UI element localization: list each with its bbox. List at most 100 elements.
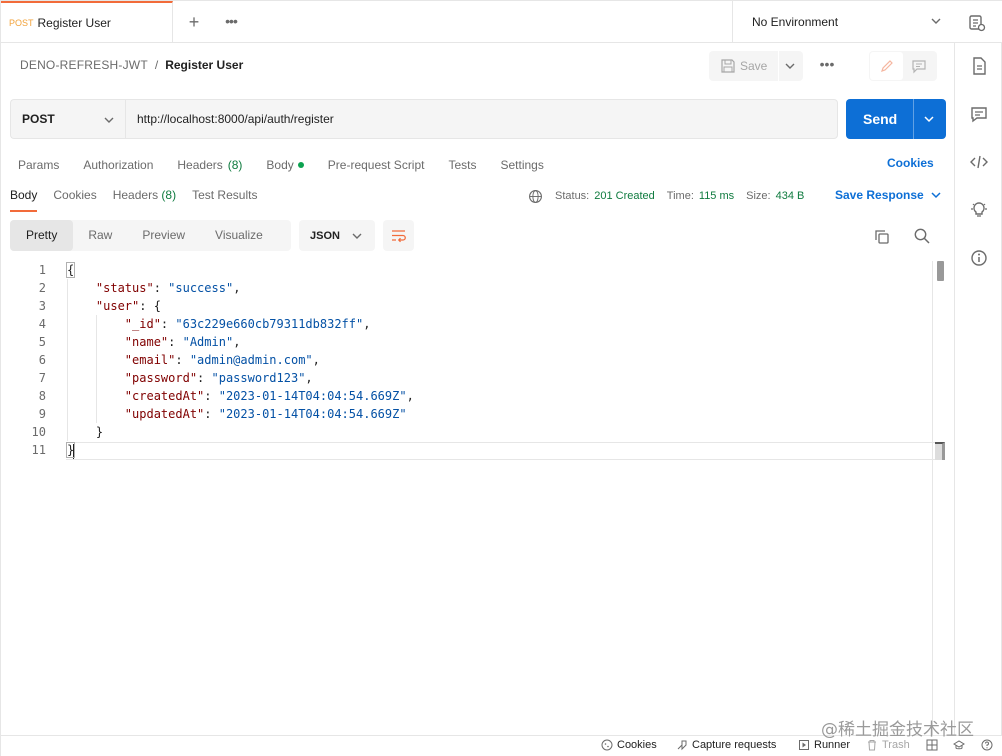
postman-window: POST Register User + ••• No Environment: [0, 0, 1002, 756]
pencil-icon: [881, 60, 893, 72]
related-collections-bulb-icon[interactable]: [969, 200, 989, 220]
request-tab[interactable]: POST Register User: [1, 1, 173, 43]
edit-mode-button[interactable]: [870, 52, 903, 80]
save-options-chevron-down-icon[interactable]: [784, 60, 796, 72]
tab-more-icon[interactable]: •••: [220, 12, 242, 32]
response-tab-test-results[interactable]: Test Results: [192, 188, 257, 212]
environment-quick-look-icon[interactable]: [967, 13, 987, 33]
code-text: "name": "Admin",: [124, 335, 241, 349]
code-snippet-icon[interactable]: [969, 152, 989, 172]
send-divider: [913, 99, 914, 139]
tab-params[interactable]: Params: [18, 155, 59, 175]
breadcrumb: DENO-REFRESH-JWT / Register User: [20, 58, 243, 72]
language-select[interactable]: JSON: [299, 220, 375, 251]
trash-icon: [868, 740, 876, 751]
save-response-button[interactable]: Save Response: [835, 188, 942, 202]
code-line: 9 "updatedAt": "2023-01-14T04:04:54.669Z…: [10, 405, 935, 423]
save-button[interactable]: Save: [709, 51, 803, 81]
footer-capture-label: Capture requests: [692, 739, 777, 751]
time-group[interactable]: Time: 115 ms: [667, 190, 734, 202]
format-preview-button[interactable]: Preview: [127, 220, 200, 251]
line-number: 8: [38, 389, 46, 403]
watermark: @稀土掘金技术社区: [821, 720, 974, 740]
tab-tests-label: Tests: [448, 158, 477, 172]
format-raw-button[interactable]: Raw: [73, 220, 127, 251]
tab-pre-request-label: Pre-request Script: [327, 158, 425, 172]
info-icon[interactable]: [969, 248, 989, 268]
line-number: 4: [38, 317, 46, 331]
tab-body[interactable]: Body: [266, 155, 304, 175]
request-tab-method: POST: [9, 18, 34, 28]
line-number: 11: [31, 443, 46, 457]
tab-tests[interactable]: Tests: [448, 155, 476, 175]
request-more-icon[interactable]: •••: [816, 56, 838, 76]
code-text: {: [65, 262, 76, 278]
vertical-scrollbar[interactable]: [937, 261, 944, 281]
breadcrumb-current[interactable]: Register User: [165, 58, 243, 72]
line-number: 1: [38, 263, 46, 277]
search-icon[interactable]: [913, 227, 931, 245]
code-line: 8 "createdAt": "2023-01-14T04:04:54.669Z…: [10, 387, 935, 405]
breadcrumb-collection[interactable]: DENO-REFRESH-JWT: [20, 58, 148, 72]
tab-authorization[interactable]: Authorization: [83, 155, 153, 175]
environment-select[interactable]: No Environment: [732, 1, 954, 43]
footer-help-button[interactable]: [981, 739, 997, 751]
status-value: 201 Created: [594, 190, 655, 202]
comments-icon[interactable]: [969, 104, 989, 124]
right-sidebar: [954, 43, 1002, 735]
size-group[interactable]: Size: 434 B: [746, 190, 804, 202]
response-body-editor[interactable]: 1{2 "status": "success", 3 "user": {4 "_i…: [10, 261, 945, 735]
response-tab-body[interactable]: Body: [10, 188, 38, 212]
copy-icon[interactable]: [873, 228, 891, 246]
runner-play-icon: [799, 740, 809, 750]
save-button-label: Save: [740, 59, 768, 73]
code-text: "createdAt": "2023-01-14T04:04:54.669Z",: [124, 389, 414, 403]
footer-trash-label: Trash: [882, 739, 910, 751]
comment-mode-icon[interactable]: [911, 58, 927, 74]
send-button[interactable]: Send: [846, 99, 946, 139]
size-label: Size:: [746, 190, 771, 202]
footer-runner-button[interactable]: Runner: [798, 739, 850, 751]
globe-icon[interactable]: [528, 189, 543, 204]
response-tab-cookies-label: Cookies: [53, 188, 97, 202]
footer-layout-button[interactable]: [926, 739, 942, 751]
request-tabs: Params Authorization Headers (8) Body Pre…: [18, 155, 568, 175]
chevron-down-icon: [931, 18, 941, 24]
tab-settings-label: Settings: [500, 158, 544, 172]
documentation-icon[interactable]: [969, 56, 989, 76]
wrap-lines-button[interactable]: [383, 220, 414, 251]
response-status-bar: Status: 201 Created Time: 115 ms Size: 434 …: [528, 188, 816, 204]
response-tab-headers[interactable]: Headers (8): [113, 188, 176, 212]
code-line: 10 }: [10, 423, 935, 441]
response-tab-cookies[interactable]: Cookies: [53, 188, 96, 212]
time-label: Time:: [666, 190, 694, 202]
code-text: "email": "admin@admin.com",: [124, 353, 320, 367]
tab-headers[interactable]: Headers (8): [177, 155, 242, 175]
footer-cookies-button[interactable]: Cookies: [601, 739, 657, 751]
footer-bootcamp-button[interactable]: [953, 739, 969, 751]
code-text: }: [67, 425, 104, 439]
code-text: "_id": "63c229e660cb79311db832ff",: [124, 317, 371, 331]
http-method-select[interactable]: POST: [10, 99, 125, 139]
line-number: 7: [38, 371, 46, 385]
code-line: 4 "_id": "63c229e660cb79311db832ff",: [10, 315, 935, 333]
tab-settings[interactable]: Settings: [501, 155, 544, 175]
status-group[interactable]: Status: 201 Created: [555, 190, 655, 202]
send-button-label: Send: [863, 111, 898, 127]
tab-bar: POST Register User + ••• No Environment: [1, 1, 1002, 43]
http-method-label: POST: [22, 112, 55, 126]
format-visualize-button[interactable]: Visualize: [200, 220, 278, 251]
footer-capture-requests-button[interactable]: Capture requests: [676, 739, 776, 751]
tab-params-label: Params: [18, 158, 60, 172]
tab-pre-request-script[interactable]: Pre-request Script: [328, 155, 425, 175]
url-input[interactable]: http://localhost:8000/api/auth/register: [125, 99, 838, 139]
send-options-chevron-down-icon[interactable]: [923, 113, 935, 125]
response-tab-headers-count: (8): [161, 188, 177, 202]
new-tab-plus-icon[interactable]: +: [184, 12, 204, 32]
code-line: 6 "email": "admin@admin.com",: [10, 351, 935, 369]
cookies-link[interactable]: Cookies: [887, 156, 934, 170]
url-text: http://localhost:8000/api/auth/register: [137, 112, 334, 126]
format-pretty-button[interactable]: Pretty: [10, 220, 74, 251]
footer-trash-button[interactable]: Trash: [866, 739, 910, 751]
chevron-down-icon: [931, 192, 941, 199]
